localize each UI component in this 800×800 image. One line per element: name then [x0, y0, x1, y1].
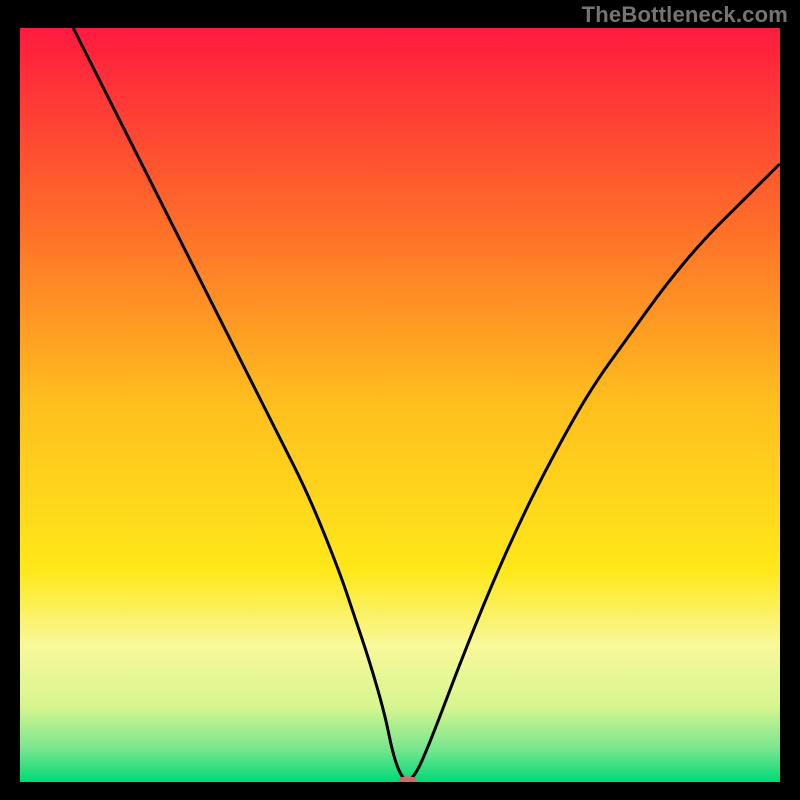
gradient-rect: [20, 28, 780, 782]
chart-svg: [20, 28, 780, 782]
minimum-marker: [398, 777, 416, 782]
plot-area: [20, 28, 780, 782]
chart-frame: TheBottleneck.com: [0, 0, 800, 800]
watermark-text: TheBottleneck.com: [582, 2, 788, 28]
